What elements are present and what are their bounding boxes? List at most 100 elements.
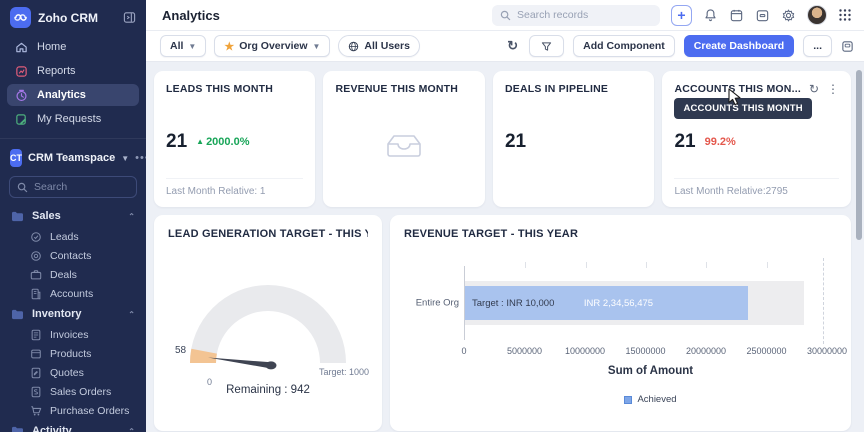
sidebar-item-contacts[interactable]: Contacts <box>0 246 146 265</box>
sidebar-header: Zoho CRM <box>0 0 146 34</box>
x-axis-label: Sum of Amount <box>464 365 837 377</box>
apps-grid-icon[interactable] <box>838 8 852 22</box>
card-title: LEADS THIS MONTH <box>166 83 303 95</box>
sidebar-item-label: Home <box>37 41 66 53</box>
sidebar-item-my-requests[interactable]: My Requests <box>7 108 139 130</box>
grid-tick <box>706 262 707 268</box>
sidebar-item-accounts[interactable]: Accounts <box>0 284 146 303</box>
chevron-up-icon[interactable]: ⌃ <box>128 212 135 221</box>
gauge-card[interactable]: LEAD GENERATION TARGET - THIS Y... 58 0 … <box>154 215 382 431</box>
tree-item-label: Purchase Orders <box>50 405 129 417</box>
filter-funnel-icon <box>541 41 552 52</box>
add-component-button[interactable]: Add Component <box>573 35 675 57</box>
tree-group-activity[interactable]: Activity ⌃ <box>0 420 146 432</box>
teamspace-caret-icon[interactable]: ▼ <box>121 154 129 163</box>
gauge-target-label: Target: 1000 <box>319 367 369 377</box>
sidebar-search-input[interactable] <box>34 181 129 193</box>
sidebar-item-sales-orders[interactable]: Sales Orders <box>0 382 146 401</box>
sidebar-item-products[interactable]: Products <box>0 344 146 363</box>
gauge-chart <box>154 263 382 371</box>
x-tick: 25000000 <box>746 346 786 356</box>
sidebar-item-home[interactable]: Home <box>7 36 139 58</box>
gauge-needle <box>208 358 271 369</box>
sidebar-item-analytics[interactable]: Analytics <box>7 84 139 106</box>
sidebar-item-invoices[interactable]: Invoices <box>0 325 146 344</box>
global-search[interactable] <box>492 5 660 26</box>
achieved-bar[interactable]: Target : INR 10,000 INR 2,34,56,475 <box>465 286 748 320</box>
card-refresh-icon[interactable]: ↻ <box>809 83 819 95</box>
calendar-icon[interactable] <box>729 8 744 23</box>
more-options-button[interactable]: ... <box>803 35 832 57</box>
tree-group-sales[interactable]: Sales ⌃ <box>0 205 146 227</box>
kebab-menu-icon[interactable]: ⋮ <box>827 83 839 95</box>
topbar-actions: + <box>492 5 852 26</box>
bell-icon[interactable] <box>703 8 718 23</box>
x-axis-ticks: 0 5000000 10000000 15000000 20000000 250… <box>464 346 827 358</box>
bar-chart-plot: Entire Org Target : INR 10,000 INR 2,34,… <box>464 266 827 340</box>
refresh-icon[interactable]: ↻ <box>505 35 520 57</box>
tree-item-label: Sales Orders <box>50 386 111 398</box>
folder-icon <box>11 211 24 222</box>
chevron-down-icon: ▼ <box>313 42 321 51</box>
folder-icon <box>11 426 24 432</box>
marketplace-icon[interactable] <box>755 8 770 23</box>
teamspace-more-icon[interactable]: ••• <box>135 152 146 164</box>
kpi-change: ▲2000.0% <box>196 136 249 148</box>
top-bar: Analytics + <box>146 0 864 31</box>
search-icon <box>500 10 511 21</box>
all-users-chip[interactable]: All Users <box>338 35 420 57</box>
x-tick: 15000000 <box>625 346 665 356</box>
sidebar-item-label: Analytics <box>37 89 86 101</box>
chart-legend: Achieved <box>464 394 837 405</box>
legend-swatch <box>624 396 632 404</box>
kpi-card-leads[interactable]: LEADS THIS MONTH 21 ▲2000.0% Last Month … <box>154 71 315 207</box>
kpi-card-deals[interactable]: DEALS IN PIPELINE 21 <box>493 71 654 207</box>
sidebar-item-purchase-orders[interactable]: Purchase Orders <box>0 401 146 420</box>
vertical-scrollbar[interactable] <box>856 70 862 240</box>
sidebar-item-quotes[interactable]: Quotes <box>0 363 146 382</box>
category-label: Entire Org <box>405 298 459 309</box>
sidebar: Zoho CRM Home Reports Analytics My Reque… <box>0 0 146 432</box>
user-avatar[interactable] <box>807 5 827 25</box>
collapse-sidebar-icon[interactable] <box>123 11 136 24</box>
gauge-remaining-label: Remaining : 942 <box>154 384 382 396</box>
kpi-card-accounts[interactable]: ACCOUNTS THIS MON... ↻ ⋮ ACCOUNTS THIS M… <box>662 71 851 207</box>
chevron-up-icon[interactable]: ⌃ <box>128 427 135 432</box>
chevron-up-icon[interactable]: ⌃ <box>128 310 135 319</box>
sidebar-item-label: Reports <box>37 65 76 77</box>
kpi-change: 99.2% <box>705 136 736 148</box>
kpi-value: 21 <box>674 131 695 153</box>
page-title: Analytics <box>162 8 220 23</box>
quotes-icon <box>29 367 42 379</box>
sidebar-search[interactable] <box>9 176 137 198</box>
chevron-down-icon: ▼ <box>188 42 196 51</box>
sidebar-item-deals[interactable]: Deals <box>0 265 146 284</box>
settings-gear-icon[interactable] <box>781 8 796 23</box>
kpi-footer: Last Month Relative: 1 <box>166 178 303 197</box>
kpi-value: 21 <box>505 131 526 153</box>
board-panel-icon[interactable] <box>841 40 854 53</box>
revenue-target-card[interactable]: REVENUE TARGET - THIS YEAR Entire Org Ta… <box>390 215 851 431</box>
kpi-card-revenue[interactable]: REVENUE THIS MONTH <box>323 71 484 207</box>
quick-add-button[interactable]: + <box>671 5 692 26</box>
main-area: Analytics + All ▼ ★ Org Overview ▼ <box>146 0 864 432</box>
dashboard-dropdown[interactable]: ★ Org Overview ▼ <box>214 35 330 57</box>
sidebar-item-reports[interactable]: Reports <box>7 60 139 82</box>
sidebar-item-leads[interactable]: Leads <box>0 227 146 246</box>
tree-group-label: Sales <box>32 210 61 222</box>
dashboard-content: LEADS THIS MONTH 21 ▲2000.0% Last Month … <box>146 62 864 432</box>
teamspace-badge: CT <box>10 149 22 167</box>
kpi-value: 21 <box>166 131 187 153</box>
app-title: Zoho CRM <box>38 11 116 25</box>
filter-button[interactable] <box>529 35 564 57</box>
tree-group-inventory[interactable]: Inventory ⌃ <box>0 303 146 325</box>
dashed-gridline <box>823 258 824 344</box>
create-dashboard-button[interactable]: Create Dashboard <box>684 35 794 57</box>
gauge-value-label: 58 <box>175 345 186 356</box>
bar-value-label: INR 2,34,56,475 <box>584 298 653 309</box>
scope-dropdown[interactable]: All ▼ <box>160 35 206 57</box>
tree-item-label: Contacts <box>50 250 91 262</box>
global-search-input[interactable] <box>517 9 652 21</box>
teamspace-row[interactable]: CT CRM Teamspace ▼ ••• <box>0 138 146 173</box>
tree-item-label: Accounts <box>50 288 93 300</box>
